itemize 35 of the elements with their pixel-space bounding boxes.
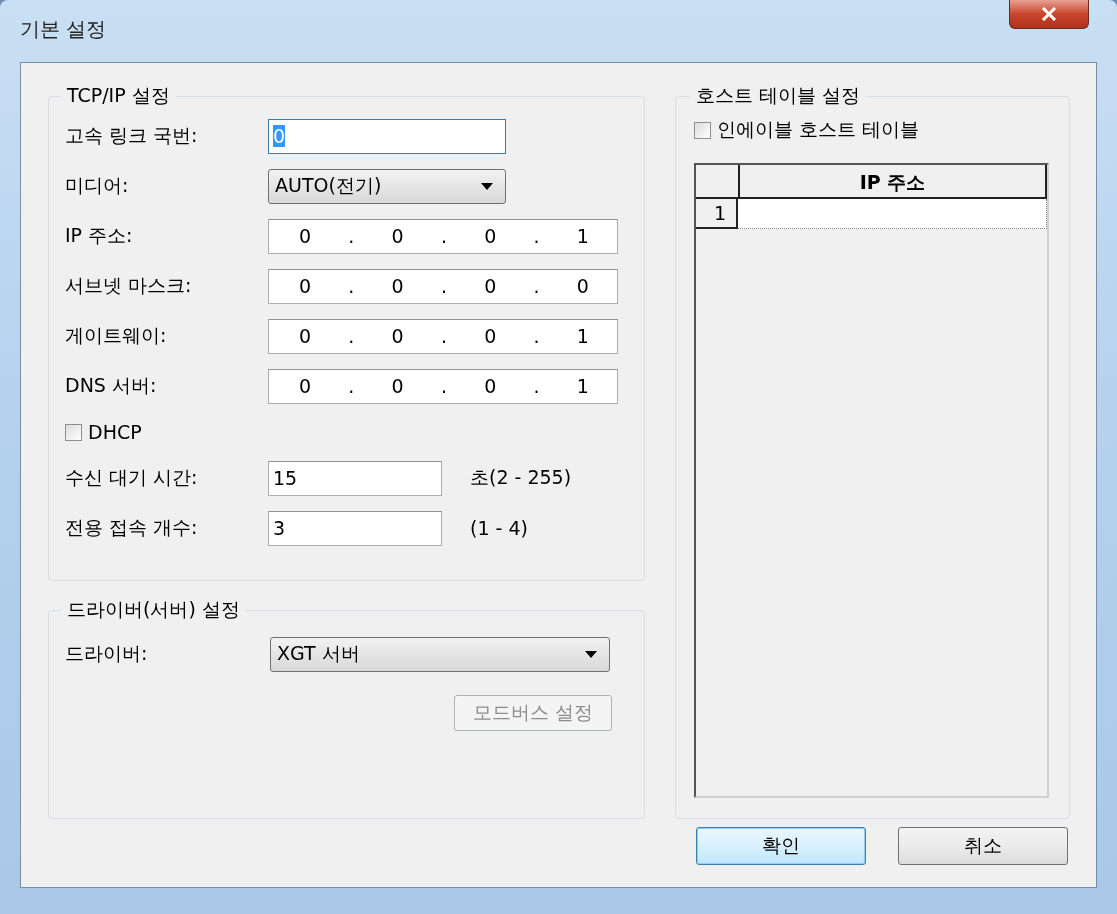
field-label: 고속 링크 국번:: [65, 123, 199, 148]
table-cell[interactable]: [738, 199, 1047, 229]
group-title: 드라이버(서버) 설정: [66, 597, 241, 622]
range-hint: 초(2 - 255): [470, 465, 572, 490]
ip-address-field[interactable]: 0 . 0 . 0 . 0: [268, 268, 618, 304]
input-field[interactable]: 15: [268, 460, 442, 496]
checkbox[interactable]: [65, 423, 82, 441]
caret-icon: [585, 650, 597, 658]
media-dropdown[interactable]: AUTO(전기): [268, 168, 506, 204]
table-corner-header: [696, 165, 740, 199]
close-button[interactable]: [1009, 0, 1089, 29]
group-title: 호스트 테이블 설정: [695, 83, 862, 108]
range-hint: (1 - 4): [470, 517, 528, 539]
checkbox-label: 인에이블 호스트 테이블: [717, 117, 920, 142]
caret-icon: [481, 182, 493, 190]
driver-dropdown[interactable]: XGT 서버: [270, 636, 610, 672]
field-label: IP 주소:: [65, 223, 134, 248]
field-label: 드라이버:: [65, 641, 149, 666]
field-label: 미디어:: [65, 173, 130, 198]
checkbox[interactable]: [694, 121, 711, 139]
cancel-button[interactable]: 취소: [898, 827, 1068, 865]
ip-address-field[interactable]: 0 . 0 . 0 . 1: [268, 368, 618, 404]
checkbox-label: DHCP: [88, 421, 142, 443]
field-label: 수신 대기 시간:: [65, 465, 199, 490]
field-label: 게이트웨이:: [65, 323, 168, 348]
close-icon: [1041, 7, 1057, 21]
input-field[interactable]: 3: [268, 510, 442, 546]
window-title: 기본 설정: [20, 16, 107, 43]
ip-address-field[interactable]: 0 . 0 . 0 . 1: [268, 218, 618, 254]
field-label: 전용 접속 개수:: [65, 515, 199, 540]
field-label: DNS 서버:: [65, 373, 158, 398]
group-title: TCP/IP 설정: [66, 83, 171, 108]
field-label: 서브넷 마스크:: [65, 273, 193, 298]
ip-address-field[interactable]: 0 . 0 . 0 . 1: [268, 318, 618, 354]
ok-button[interactable]: 확인: [696, 827, 866, 865]
